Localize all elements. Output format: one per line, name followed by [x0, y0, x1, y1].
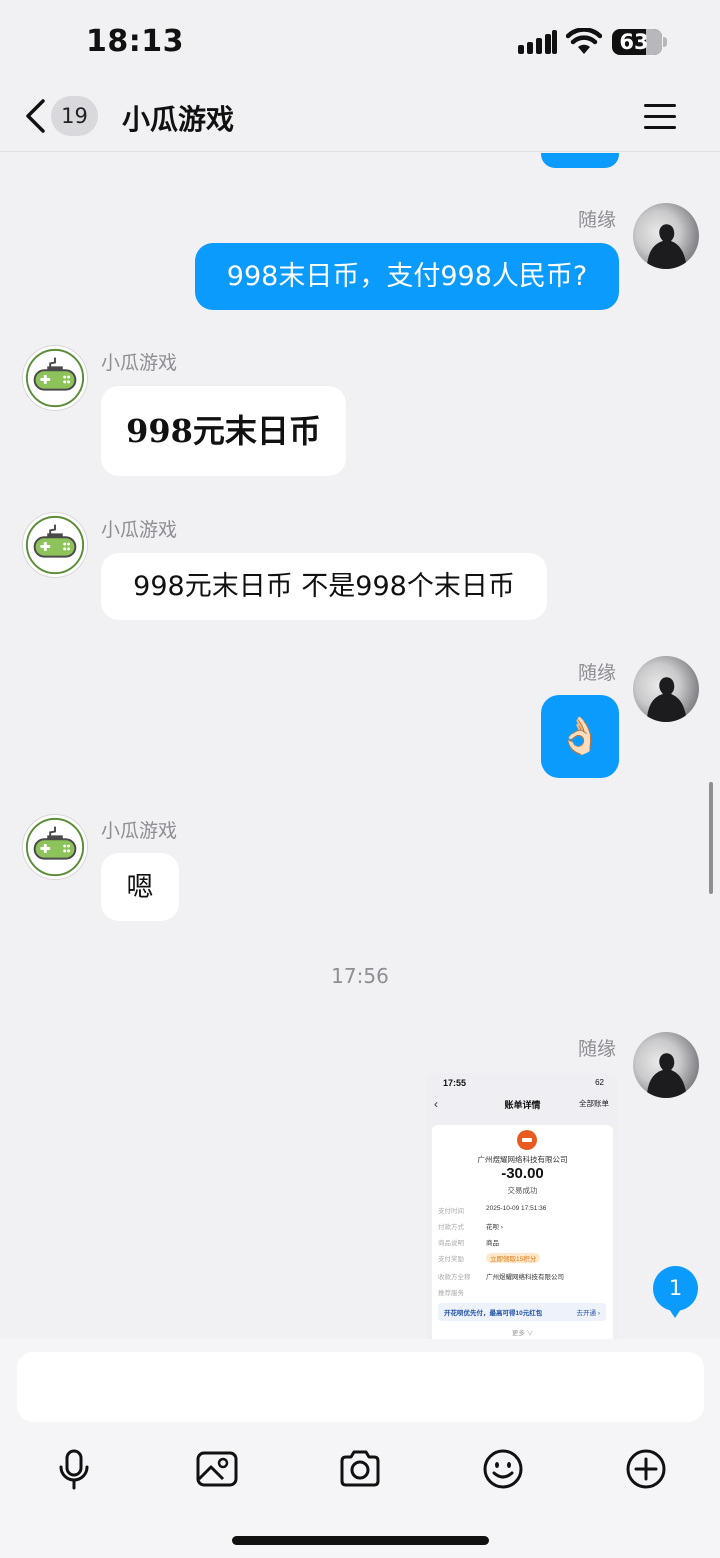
receipt-row-value: 广州煜耀网络科技有限公司	[486, 1274, 564, 1281]
receipt-promo-action: 去开通 ›	[576, 1310, 600, 1317]
receipt-row: 支付奖励 立即领取15积分	[438, 1253, 608, 1264]
receipt-reward-badge: 立即领取15积分	[486, 1253, 541, 1263]
battery-icon: 63	[612, 29, 662, 55]
sender-name: 随缘	[578, 1038, 617, 1060]
sender-name: 小瓜游戏	[101, 519, 178, 541]
message-bubble[interactable]: 998元末日币 不是998个末日币	[101, 553, 547, 620]
chat-header: 19 小瓜游戏	[0, 86, 720, 152]
receipt-row-label: 支付奖励	[438, 1256, 464, 1263]
game-controller-avatar[interactable]	[22, 512, 88, 578]
sender-name: 随缘	[578, 209, 617, 231]
time-divider: 17:56	[331, 964, 389, 988]
receipt-row: 商品说明 商品	[438, 1237, 608, 1248]
plus-icon[interactable]	[624, 1447, 668, 1491]
status-time: 18:13	[86, 24, 184, 59]
receipt-status-battery: 62	[595, 1078, 604, 1087]
status-bar: 18:13 63	[0, 0, 720, 86]
merchant-logo-icon	[517, 1130, 537, 1150]
message-bubble[interactable]: 嗯	[101, 853, 179, 921]
receipt-row-label: 支付时间	[438, 1208, 464, 1215]
receipt-row-label: 收款方全称	[438, 1274, 471, 1281]
image-icon[interactable]	[195, 1447, 239, 1491]
receipt-row-value: 花呗 ›	[486, 1224, 503, 1231]
user-avatar[interactable]	[633, 656, 699, 722]
game-controller-avatar[interactable]	[22, 345, 88, 411]
receipt-all-bills: 全部账单	[579, 1099, 609, 1108]
microphone-icon[interactable]	[52, 1447, 96, 1491]
home-indicator[interactable]	[232, 1536, 489, 1545]
receipt-promo-text: 开花呗优先付，最高可得10元红包	[444, 1310, 543, 1317]
receipt-row-label: 商品说明	[438, 1240, 464, 1247]
message-bubble[interactable]: 👌🏻	[541, 695, 619, 778]
message-list[interactable]: 随缘 998末日币，支付998人民币? 小瓜游戏 998元末日币 小瓜游戏 99…	[0, 153, 720, 1339]
menu-icon[interactable]	[644, 102, 678, 132]
unread-count-badge[interactable]: 19	[51, 96, 98, 136]
user-avatar[interactable]	[633, 203, 699, 269]
emoji-icon[interactable]	[481, 1447, 525, 1491]
receipt-row: 付款方式 花呗 ›	[438, 1221, 608, 1232]
cellular-signal-icon	[518, 30, 558, 54]
receipt-row: 推荐服务	[438, 1287, 608, 1298]
receipt-screenshot-image[interactable]: 17:55 62 ‹ 账单详情 全部账单 广州煜耀网络科技有限公司 -30.00…	[427, 1073, 618, 1339]
new-message-badge[interactable]: 1	[653, 1266, 698, 1318]
receipt-status-time: 17:55	[443, 1078, 467, 1088]
receipt-amount: -30.00	[501, 1165, 544, 1182]
receipt-more: 更多 ∨	[511, 1330, 534, 1337]
sender-name: 小瓜游戏	[101, 352, 178, 374]
message-input[interactable]	[17, 1352, 704, 1422]
receipt-row: 收款方全称 广州煜耀网络科技有限公司	[438, 1271, 608, 1282]
back-chevron-icon[interactable]	[22, 96, 50, 136]
receipt-row-label: 推荐服务	[438, 1290, 464, 1297]
message-bubble[interactable]: 998元末日币	[101, 386, 346, 476]
receipt-row-value: 2025-10-09 17:51:36	[486, 1205, 547, 1212]
partial-outgoing-bubble	[541, 153, 619, 168]
game-controller-avatar[interactable]	[22, 814, 88, 880]
receipt-row-label: 付款方式	[438, 1224, 464, 1231]
receipt-card: 广州煜耀网络科技有限公司 -30.00 交易成功 支付时间 2025-10-09…	[432, 1125, 613, 1339]
user-avatar[interactable]	[633, 1032, 699, 1098]
input-area	[0, 1339, 720, 1558]
battery-nub	[663, 37, 667, 47]
receipt-company: 广州煜耀网络科技有限公司	[477, 1155, 568, 1164]
battery-level: 63	[619, 30, 649, 54]
sender-name: 随缘	[578, 662, 617, 684]
camera-icon[interactable]	[338, 1447, 382, 1491]
chat-title: 小瓜游戏	[122, 103, 235, 136]
receipt-promo: 开花呗优先付，最高可得10元红包 去开通 ›	[438, 1303, 606, 1321]
message-bubble[interactable]: 998末日币，支付998人民币?	[195, 243, 619, 310]
sender-name: 小瓜游戏	[101, 820, 178, 842]
scrollbar[interactable]	[709, 782, 713, 894]
receipt-row: 支付时间 2025-10-09 17:51:36	[438, 1205, 608, 1216]
wifi-icon	[566, 28, 602, 54]
receipt-row-value: 商品	[486, 1240, 499, 1247]
receipt-result: 交易成功	[507, 1186, 538, 1195]
